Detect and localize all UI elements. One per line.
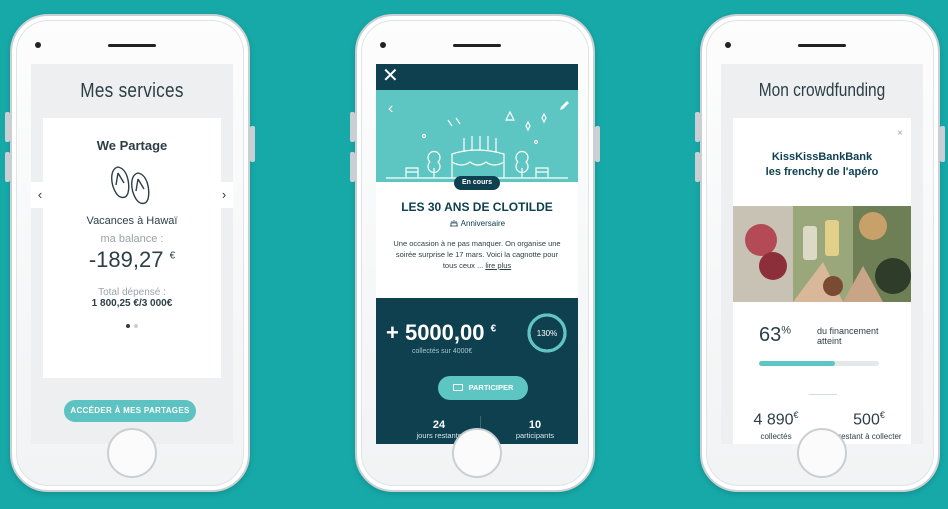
- status-badge: En cours: [454, 176, 500, 190]
- service-name: Vacances à Hawaï: [86, 215, 178, 227]
- pager-dots: [43, 315, 221, 333]
- volume-up-button: [350, 112, 355, 142]
- close-icon[interactable]: ✕: [382, 66, 399, 86]
- balance-value: -189,27 €: [88, 247, 176, 272]
- home-button[interactable]: [452, 428, 502, 478]
- close-icon[interactable]: ×: [897, 128, 903, 139]
- previous-arrow-icon[interactable]: ‹: [31, 182, 49, 208]
- amount-collected: + 5000,00 €: [386, 320, 497, 345]
- page-title: Mon crowdfunding: [758, 80, 886, 100]
- volume-up-button: [5, 112, 10, 142]
- people-toasting-photo: [733, 206, 911, 302]
- volume-up-button: [695, 112, 700, 142]
- home-button[interactable]: [107, 428, 157, 478]
- collected-amount: 4 890€: [753, 410, 799, 429]
- speaker: [108, 44, 156, 47]
- project-card[interactable]: × KissKissBankBank les frenchy de l'apér…: [733, 118, 911, 444]
- project-name: KissKissBankBank les frenchy de l'apéro: [765, 151, 879, 178]
- funding-progress-bar: [759, 361, 879, 366]
- card-title: We Partage: [96, 138, 168, 153]
- top-bar: ✕: [376, 64, 578, 90]
- total-label: Total dépensé :: [98, 287, 166, 298]
- power-button: [595, 126, 600, 162]
- total-value: 1 800,25 €/3 000€: [91, 298, 173, 309]
- read-more-link[interactable]: lire plus: [485, 261, 511, 270]
- event-description: Une occasion à ne pas manquer. On organi…: [388, 238, 566, 271]
- volume-down-button: [5, 152, 10, 182]
- power-button: [940, 126, 945, 162]
- participants-count: 10 participants: [515, 419, 555, 440]
- home-button[interactable]: [797, 428, 847, 478]
- page-title: Mes services: [80, 80, 184, 102]
- cake-icon: [449, 220, 458, 227]
- phone-crowdfunding: Mon crowdfunding × KissKissBankBank les …: [695, 14, 945, 492]
- description-text: Une occasion à ne pas manquer. On organi…: [393, 239, 561, 270]
- service-card[interactable]: We Partage Vacances à Hawaï ma balance :…: [43, 118, 221, 378]
- volume-down-button: [350, 152, 355, 182]
- phone-cagnotte: ✕ ‹ En cours LES 30 ANS DE CLOTILDE Anni…: [350, 14, 600, 492]
- event-title: LES 30 ANS DE CLOTILDE: [401, 200, 553, 214]
- screen: ✕ ‹ En cours LES 30 ANS DE CLOTILDE Anni…: [376, 64, 578, 444]
- participate-label: PARTICIPER: [468, 383, 514, 392]
- speaker: [453, 44, 501, 47]
- camera: [380, 42, 386, 48]
- balance-label: ma balance :: [100, 233, 164, 245]
- access-shares-button[interactable]: ACCÉDER À MES PARTAGES: [64, 400, 196, 422]
- camera: [725, 42, 731, 48]
- next-arrow-icon[interactable]: ›: [215, 182, 233, 208]
- progress-ring: 130%: [527, 313, 567, 353]
- remaining-amount: 500€: [853, 410, 885, 429]
- participate-icon: [452, 384, 463, 391]
- funding-percent: 63%: [759, 324, 792, 346]
- hero-banner: ‹: [376, 90, 578, 182]
- pager-dot[interactable]: [134, 324, 138, 328]
- category-label: Anniversaire: [460, 219, 506, 228]
- pager-dot-active[interactable]: [126, 324, 130, 328]
- participate-button[interactable]: PARTICIPER: [438, 376, 528, 400]
- event-category: Anniversaire: [376, 219, 578, 228]
- birthday-cake-icon: [386, 110, 568, 179]
- power-button: [250, 126, 255, 162]
- funding-percent-label: du financement atteint: [817, 326, 879, 346]
- camera: [35, 42, 41, 48]
- screen: Mes services We Partage Vacances à Hawaï…: [31, 64, 233, 444]
- flip-flops-icon: [111, 166, 150, 205]
- progress-label: 130%: [537, 329, 557, 338]
- phone-mes-services: Mes services We Partage Vacances à Hawaï…: [5, 14, 255, 492]
- funding-progress-fill: [759, 361, 835, 366]
- screen: Mon crowdfunding × KissKissBankBank les …: [721, 64, 923, 444]
- divider: [809, 394, 837, 395]
- volume-down-button: [695, 152, 700, 182]
- speaker: [798, 44, 846, 47]
- amount-subtitle: collectés sur 4000€: [412, 348, 473, 355]
